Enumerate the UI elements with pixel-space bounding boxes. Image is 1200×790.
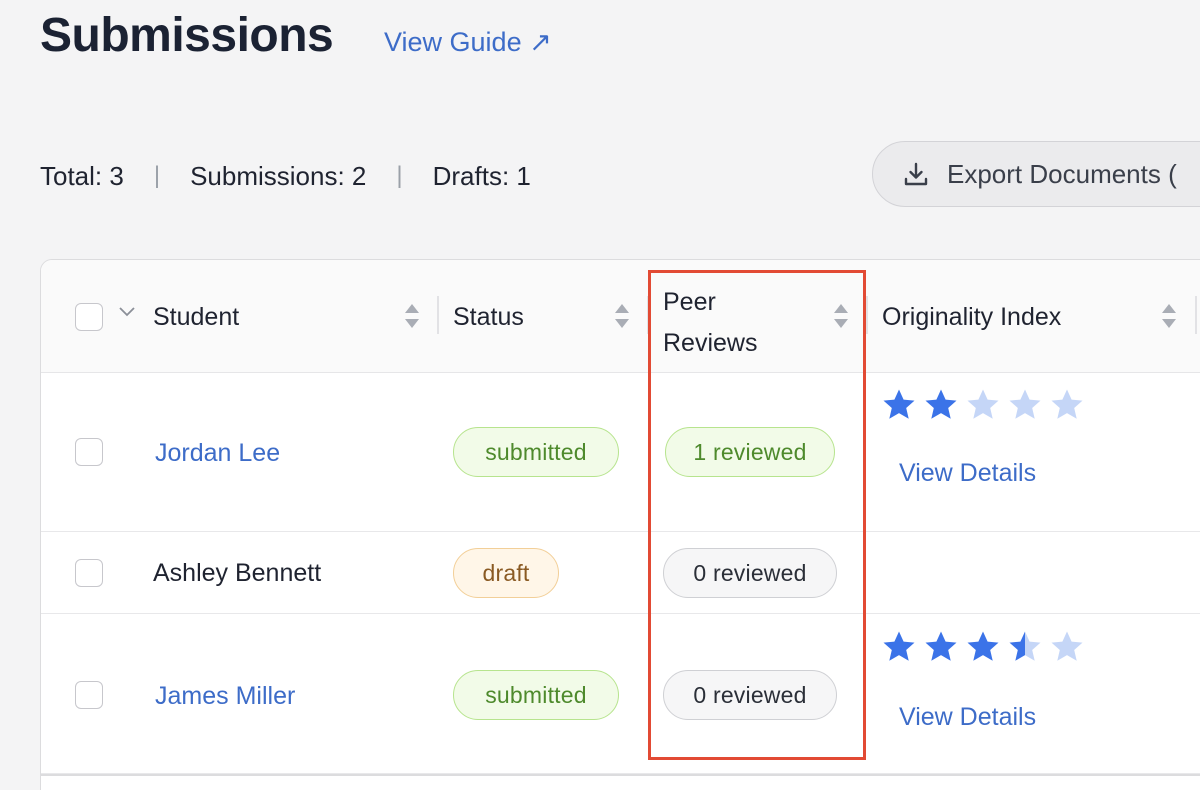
column-divider <box>866 296 868 334</box>
star-icon <box>967 389 999 419</box>
drafts-count: Drafts: 1 <box>432 160 531 191</box>
star-icon <box>883 389 915 419</box>
count-separator: | <box>396 162 403 189</box>
peer-reviews-header-line1: Peer <box>663 288 716 316</box>
page: Submissions View Guide ↗ Total: 3 | Subm… <box>0 0 1200 790</box>
star-icon <box>925 389 957 419</box>
star-icon <box>1009 631 1041 661</box>
view-details-link[interactable]: View Details <box>899 703 1036 732</box>
submissions-table: Student Status Peer Reviews Originality … <box>40 259 1200 790</box>
status-badge: submitted <box>453 670 619 720</box>
view-guide-link[interactable]: View Guide ↗ <box>384 27 552 58</box>
status-badge: submitted <box>453 427 619 477</box>
select-all-checkbox[interactable] <box>75 303 103 331</box>
column-divider <box>647 296 649 334</box>
table-row: Jordan Lee submitted 1 reviewed View Det… <box>41 373 1200 532</box>
table-row: Ashley Bennett draft 0 reviewed <box>41 533 1200 614</box>
column-divider <box>1195 296 1197 334</box>
student-name: Ashley Bennett <box>153 559 322 587</box>
count-separator: | <box>153 162 161 189</box>
originality-stars <box>881 387 1085 423</box>
peer-reviews-badge: 0 reviewed <box>663 670 837 720</box>
table-header: Student Status Peer Reviews Originality … <box>41 260 1200 373</box>
export-documents-label: Export Documents ( <box>947 158 1177 189</box>
sort-peer-reviews-icon[interactable] <box>831 301 851 331</box>
star-icon <box>1051 631 1083 661</box>
page-title: Submissions <box>40 9 334 62</box>
chevron-down-icon[interactable] <box>117 302 137 322</box>
sort-originality-icon[interactable] <box>1159 301 1179 331</box>
total-count: Total: 3 <box>40 160 124 191</box>
download-icon <box>903 161 929 187</box>
peer-reviews-header-line2: Reviews <box>663 329 758 357</box>
status-badge: draft <box>453 548 559 598</box>
column-header-status: Status <box>453 303 524 331</box>
student-name-link[interactable]: Jordan Lee <box>155 439 280 468</box>
star-icon <box>925 631 957 661</box>
sort-status-icon[interactable] <box>612 301 632 331</box>
originality-stars <box>881 629 1085 665</box>
peer-reviews-badge: 1 reviewed <box>665 427 835 477</box>
export-documents-button[interactable]: Export Documents ( <box>872 141 1200 207</box>
table-row: James Miller submitted 0 reviewed View D… <box>41 615 1200 774</box>
column-header-peer-reviews: Peer Reviews <box>663 282 757 364</box>
peer-reviews-badge: 0 reviewed <box>663 548 837 598</box>
column-header-originality-index: Originality Index <box>882 303 1062 331</box>
submission-counts: Total: 3 | Submissions: 2 | Drafts: 1 <box>40 158 531 194</box>
column-header-student: Student <box>153 303 240 331</box>
column-divider <box>437 296 439 334</box>
row-checkbox[interactable] <box>75 438 103 466</box>
student-name-link[interactable]: James Miller <box>155 682 295 711</box>
star-icon <box>1009 389 1041 419</box>
sort-student-icon[interactable] <box>402 301 422 331</box>
star-icon <box>1051 389 1083 419</box>
view-details-link[interactable]: View Details <box>899 459 1036 488</box>
row-checkbox[interactable] <box>75 681 103 709</box>
star-icon <box>883 631 915 661</box>
star-icon <box>967 631 999 661</box>
table-footer-divider <box>41 774 1200 776</box>
row-checkbox[interactable] <box>75 559 103 587</box>
submissions-count: Submissions: 2 <box>190 160 367 191</box>
